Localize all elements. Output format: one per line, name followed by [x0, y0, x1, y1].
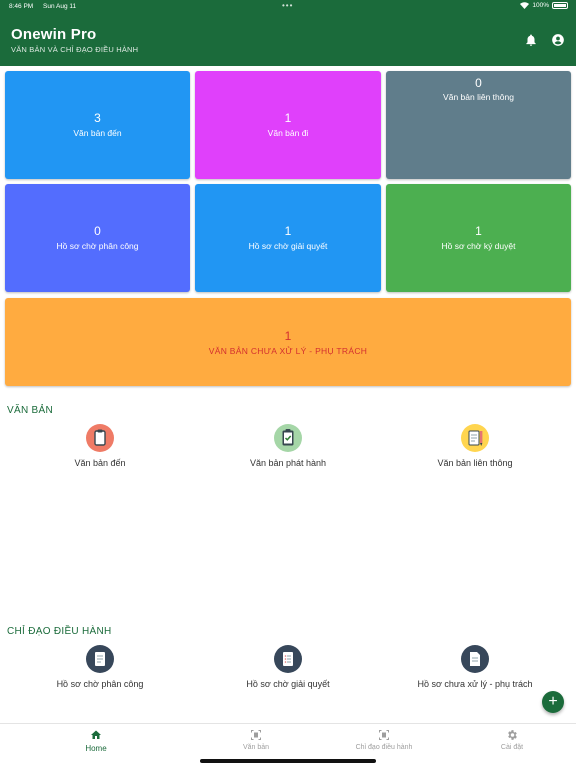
- section-title-van-ban: VĂN BẢN: [7, 405, 54, 416]
- tile-van-ban-den[interactable]: 3 Văn bản đến: [5, 71, 190, 179]
- nav-label: Cài đặt: [500, 744, 524, 751]
- gear-icon: [508, 730, 517, 740]
- home-indicator: [200, 759, 376, 763]
- tile-count: 0: [94, 224, 101, 238]
- tile-ho-so-cho-phan-cong[interactable]: 0 Hồ sơ chờ phân công: [5, 184, 190, 292]
- document-scan-icon: [379, 730, 389, 740]
- home-icon: [91, 730, 101, 739]
- wifi-icon: [520, 2, 530, 9]
- document-icon: [461, 645, 489, 673]
- battery-icon: [552, 2, 568, 9]
- status-right: 100%: [520, 2, 568, 9]
- tile-ho-so-cho-giai-quyet[interactable]: 1 Hồ sơ chờ giải quyết: [195, 184, 381, 292]
- shortcut-label: Hồ sơ chờ giải quyết: [246, 679, 330, 689]
- clipboard-check-icon: [274, 424, 302, 452]
- shortcut-label: Văn bản liên thông: [437, 458, 513, 468]
- tile-van-ban-chua-xu-ly[interactable]: 1 VĂN BẢN CHƯA XỬ LÝ - PHỤ TRÁCH: [5, 298, 571, 386]
- tile-label: Văn bản liên thông: [443, 92, 514, 102]
- tile-count: 1: [284, 224, 292, 238]
- tile-label: Hồ sơ chờ ký duyệt: [441, 241, 516, 251]
- tile-count: 1: [284, 329, 292, 343]
- tile-ho-so-cho-ky-duyet[interactable]: 1 Hồ sơ chờ ký duyệt: [386, 184, 571, 292]
- nav-item-chi-dao[interactable]: Chỉ đạo điều hành: [320, 724, 448, 760]
- nav-item-home[interactable]: Home: [32, 724, 160, 760]
- status-bar: 8:46 PM Sun Aug 11 ••• 100%: [0, 0, 576, 14]
- shortcut-label: Hồ sơ chưa xử lý - phụ trách: [417, 679, 533, 689]
- tile-label: Văn bản đến: [73, 128, 122, 138]
- status-date: Sun Aug 11: [43, 3, 77, 10]
- shortcut-label: Hồ sơ chờ phân công: [56, 679, 144, 689]
- nav-label: Chỉ đạo điều hành: [355, 744, 413, 751]
- tile-van-ban-di[interactable]: 1 Văn bản đi: [195, 71, 381, 179]
- nav-label: Home: [85, 744, 107, 753]
- add-fab-button[interactable]: +: [542, 691, 564, 713]
- bell-icon[interactable]: [524, 33, 538, 47]
- tile-count: 3: [94, 111, 101, 125]
- tile-label: Hồ sơ chờ phân công: [56, 241, 139, 251]
- shortcut-label: Văn bản đến: [74, 458, 126, 468]
- tile-label: Hồ sơ chờ giải quyết: [248, 241, 328, 251]
- notepad-pencil-icon: [461, 424, 489, 452]
- nav-label: Văn bản: [242, 744, 270, 751]
- tile-count: 0: [475, 76, 482, 90]
- tile-count: 1: [475, 224, 482, 238]
- app-subtitle: VĂN BẢN VÀ CHỈ ĐẠO ĐIỀU HÀNH: [11, 45, 139, 54]
- tile-count: 1: [284, 111, 292, 125]
- tile-van-ban-lien-thong[interactable]: 0 Văn bản liên thông: [386, 71, 571, 179]
- document-scan-icon: [251, 730, 261, 740]
- battery-percent: 100%: [532, 2, 549, 9]
- nav-item-cai-dat[interactable]: Cài đặt: [448, 724, 576, 760]
- document-list-icon: [86, 645, 114, 673]
- tile-label: VĂN BẢN CHƯA XỬ LÝ - PHỤ TRÁCH: [208, 346, 368, 356]
- section-title-chi-dao: CHỈ ĐẠO ĐIỀU HÀNH: [7, 626, 112, 637]
- clipboard-icon: [86, 424, 114, 452]
- multitask-dots[interactable]: •••: [282, 1, 293, 10]
- document-list-icon: [274, 645, 302, 673]
- app-header: 8:46 PM Sun Aug 11 ••• 100% Onewin Pro V…: [0, 0, 576, 66]
- app-title: Onewin Pro: [11, 26, 97, 43]
- nav-item-van-ban[interactable]: Văn bản: [192, 724, 320, 760]
- tile-label: Văn bản đi: [267, 128, 309, 138]
- account-circle-icon[interactable]: [551, 33, 565, 47]
- shortcut-label: Văn bản phát hành: [249, 458, 327, 468]
- status-time: 8:46 PM: [9, 3, 34, 10]
